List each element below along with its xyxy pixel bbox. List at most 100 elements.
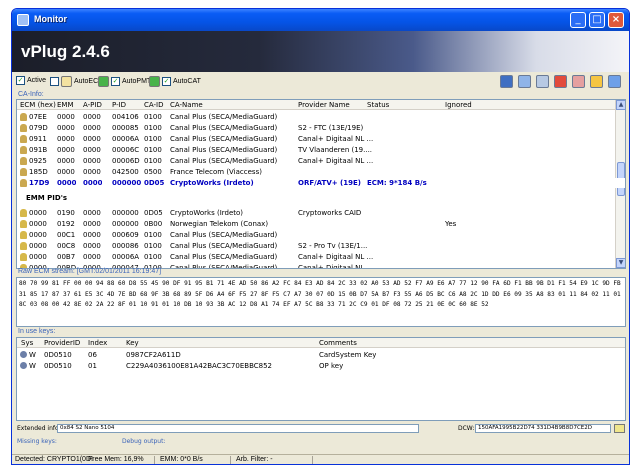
save-icon[interactable] <box>500 75 513 88</box>
cell-provider: S2 - FTC (13E/19E) <box>298 124 364 132</box>
emm-row[interactable]: 0000 0190 0000 000000 0D05 CryptoWorks (Irdet… <box>17 208 625 218</box>
folder-icon[interactable] <box>590 75 603 88</box>
banner: vPlug 2.4.6 <box>12 31 629 72</box>
refresh-icon[interactable] <box>518 75 531 88</box>
cell-caid: 0100 <box>144 135 162 143</box>
cell-provider: TV Vlaanderen (19.... <box>298 146 373 154</box>
raw-ecm-label: Raw ECM stream: [GMT:02/01/2011 16:19:47… <box>18 268 162 275</box>
ecm-row[interactable]: 091B 0000 0000 00006C 0100 Canal Plus (SECA/M… <box>17 145 625 155</box>
key-icon <box>20 209 27 217</box>
cell-ecm: 185D <box>29 168 48 176</box>
warning-icon[interactable] <box>614 424 625 433</box>
tab-missing-keys[interactable]: Missing keys: <box>17 438 57 445</box>
ecm-row[interactable]: 079D 0000 0000 000085 0100 Canal Plus (SECA/M… <box>17 123 625 133</box>
cell-caid: 0500 <box>144 168 162 176</box>
checkbox-box[interactable] <box>50 77 59 86</box>
cell-ecm: 17D9 <box>29 179 50 187</box>
key-icon <box>20 220 27 228</box>
keys-header-comment[interactable]: Comments <box>319 339 357 347</box>
cell-pid: 00006D <box>112 157 140 165</box>
gear-icon <box>20 351 27 358</box>
cell-ecm: 0000 <box>29 253 47 261</box>
emm-row[interactable]: 0000 00C1 0000 000609 0100 Canal Plus (SECA/M… <box>17 230 625 240</box>
info-icon[interactable] <box>608 75 621 88</box>
maximize-button[interactable]: □ <box>589 12 605 28</box>
key-icon <box>20 168 27 176</box>
minimize-button[interactable]: _ <box>570 12 586 28</box>
ca-info-table[interactable]: ECM (hex) EMM A-PID P-ID CA-ID CA-Name Provide… <box>16 99 626 269</box>
cell-caname: Canal Plus (SECA/MediaGuard) <box>170 113 278 121</box>
checkbox-box[interactable]: ✓ <box>162 77 171 86</box>
cell-pid: 000609 <box>112 231 139 239</box>
key-icon <box>20 231 27 239</box>
cell-apid: 0000 <box>83 231 101 239</box>
status-arb-filter: Arb. Filter: - <box>236 456 273 463</box>
cell-caname: Canal Plus (SECA/MediaGuard) <box>170 146 278 154</box>
keys-header-sys[interactable]: Sys <box>21 339 33 347</box>
autopmt-checkbox[interactable]: ✓ AutoPMT <box>98 76 151 87</box>
cell-caname: CryptoWorks (Irdeto) <box>170 209 244 217</box>
cell-pid: 042500 <box>112 168 139 176</box>
cell-emm: 00C8 <box>57 242 76 250</box>
column-header-caname[interactable]: CA-Name <box>170 101 203 109</box>
raw-ecm-stream[interactable]: 80 70 99 81 FF 00 00 94 88 60 D8 55 45 9… <box>16 277 626 327</box>
keys-header-index[interactable]: Index <box>88 339 107 347</box>
emm-row[interactable]: 0000 00B7 0000 00006A 0100 Canal Plus (SECA/M… <box>17 252 625 262</box>
column-header-ecm[interactable]: ECM (hex) <box>20 101 56 109</box>
in-use-keys-table[interactable]: Sys ProviderID Index Key Comments W 0D0510 06 0… <box>16 337 626 421</box>
keys-header-key[interactable]: Key <box>126 339 139 347</box>
ecm-row[interactable]: 07EE 0000 0000 004106 0100 Canal Plus (SECA/M… <box>17 112 625 122</box>
ecm-row[interactable]: 0925 0000 0000 00006D 0100 Canal Plus (SECA/M… <box>17 156 625 166</box>
cell-ecm: 0925 <box>29 157 47 165</box>
column-header-emm[interactable]: EMM <box>57 101 74 109</box>
cell-provider: Canal+ Digitaal NL ... <box>298 157 374 165</box>
window-title: Monitor <box>34 14 67 24</box>
settings-icon[interactable] <box>536 75 549 88</box>
key-cell-sys: W <box>29 362 36 370</box>
column-header-pid[interactable]: P-ID <box>112 101 126 109</box>
cell-apid: 0000 <box>83 253 101 261</box>
tab-debug-output[interactable]: Debug output: <box>122 438 165 445</box>
key-row[interactable]: W 0D0510 06 0987CF2A611D CardSystem Key <box>17 350 625 360</box>
cell-emm: 0000 <box>57 168 75 176</box>
edit-icon[interactable] <box>554 75 567 88</box>
column-header-apid[interactable]: A-PID <box>83 101 102 109</box>
checkbox-box[interactable]: ✓ <box>111 77 120 86</box>
remove-icon[interactable] <box>572 75 585 88</box>
column-header-caid[interactable]: CA-ID <box>144 101 164 109</box>
key-cell-index: 06 <box>88 351 97 359</box>
dcw-field[interactable]: 150AFA1995B22D74 331D4B9B8D7CE2D <box>475 424 611 433</box>
autoecm-icon <box>61 76 72 87</box>
keys-header-provider[interactable]: ProviderID <box>44 339 80 347</box>
extended-info-field[interactable]: 0x84 S2 Nano 5104 <box>57 424 419 433</box>
emm-row[interactable]: 0000 0192 0000 000000 0B00 Norwegian Telekom … <box>17 219 625 229</box>
close-button[interactable]: × <box>608 12 624 28</box>
column-header-ignored[interactable]: Ignored <box>445 101 472 109</box>
key-icon <box>20 146 27 154</box>
ecm-row[interactable]: 185D 0000 0000 042500 0500 France Telecom (Vi… <box>17 167 625 177</box>
ecm-row[interactable]: 0911 0000 0000 00006A 0100 Canal Plus (SECA/M… <box>17 134 625 144</box>
title-bar[interactable]: Monitor _ □ × <box>12 9 629 31</box>
ca-info-label: CA-Info: <box>18 91 44 98</box>
extended-info-bar: Extended info: 0x84 S2 Nano 5104 DCW: 15… <box>12 423 629 434</box>
column-header-status[interactable]: Status <box>367 101 389 109</box>
column-header-provider[interactable]: Provider Name <box>298 101 350 109</box>
cell-ecm: 091B <box>29 146 48 154</box>
scroll-up-arrow[interactable]: ▲ <box>616 100 625 110</box>
cell-caid: 0100 <box>144 242 162 250</box>
checkbox-box[interactable]: ✓ <box>16 76 25 85</box>
banner-title: vPlug 2.4.6 <box>21 42 110 61</box>
cell-caid: 0100 <box>144 253 162 261</box>
cell-pid: 004106 <box>112 113 139 121</box>
toolbar: ✓ Active AutoECM ✓ AutoPMT ✓ AutoCAT <box>12 72 629 91</box>
emm-row[interactable]: 0000 00C8 0000 000086 0100 Canal Plus (SECA/M… <box>17 241 625 251</box>
key-row[interactable]: W 0D0510 01 C229A4036100E81A42BAC3C70EBBC85… <box>17 361 625 371</box>
ecm-row[interactable]: 17D9 0000 0000 000000 0D05 CryptoWorks (Irdet… <box>17 178 625 188</box>
cell-caname: Canal Plus (SECA/MediaGuard) <box>170 253 278 261</box>
active-checkbox[interactable]: ✓ Active <box>16 76 46 85</box>
autocat-checkbox[interactable]: ✓ AutoCAT <box>149 76 201 87</box>
active-label: Active <box>27 77 47 84</box>
autoecm-checkbox[interactable]: AutoECM <box>50 76 104 87</box>
cell-emm: 00C1 <box>57 231 76 239</box>
cell-apid: 0000 <box>83 179 103 187</box>
